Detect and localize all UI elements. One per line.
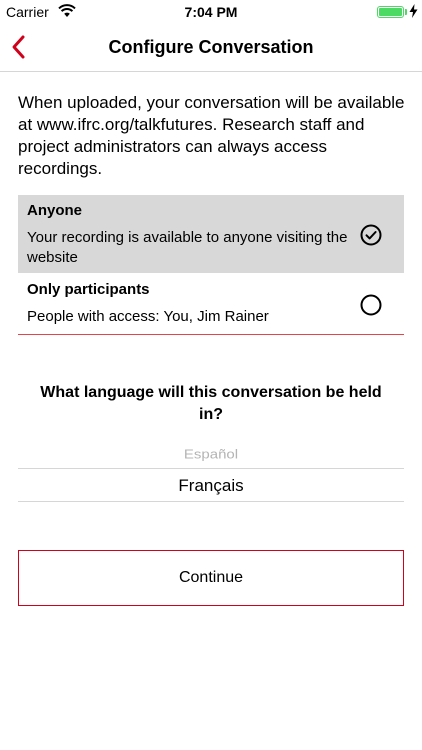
- charging-bolt-icon: [409, 4, 418, 18]
- option-anyone[interactable]: Anyone Your recording is available to an…: [18, 195, 404, 273]
- checkmark-circle-icon[interactable]: [360, 224, 382, 246]
- picker-option-spanish[interactable]: Español: [18, 447, 404, 461]
- battery-icon: [377, 6, 404, 18]
- option-title: Only participants: [27, 281, 150, 298]
- option-only-participants[interactable]: Only participants People with access: Yo…: [18, 275, 404, 335]
- empty-circle-icon[interactable]: [360, 294, 382, 316]
- continue-button[interactable]: Continue: [18, 550, 404, 606]
- battery-cap: [405, 9, 407, 15]
- option-description: Your recording is available to anyone vi…: [27, 229, 348, 266]
- page-title: Configure Conversation: [108, 37, 314, 57]
- option-title: Anyone: [27, 202, 83, 219]
- intro-text: When uploaded, your conversation will be…: [18, 93, 405, 178]
- picker-divider: [18, 501, 404, 502]
- status-time: 7:04 PM: [184, 4, 238, 20]
- picker-option-french[interactable]: Français: [18, 476, 404, 496]
- picker-divider: [18, 468, 404, 469]
- option-description: People with access: You, Jim Rainer: [27, 308, 269, 325]
- language-question: What language will this conversation be …: [40, 384, 382, 423]
- language-picker[interactable]: Español Français: [18, 438, 404, 504]
- navigation-bar: Configure Conversation: [0, 22, 422, 72]
- status-bar: Carrier 7:04 PM: [0, 0, 422, 22]
